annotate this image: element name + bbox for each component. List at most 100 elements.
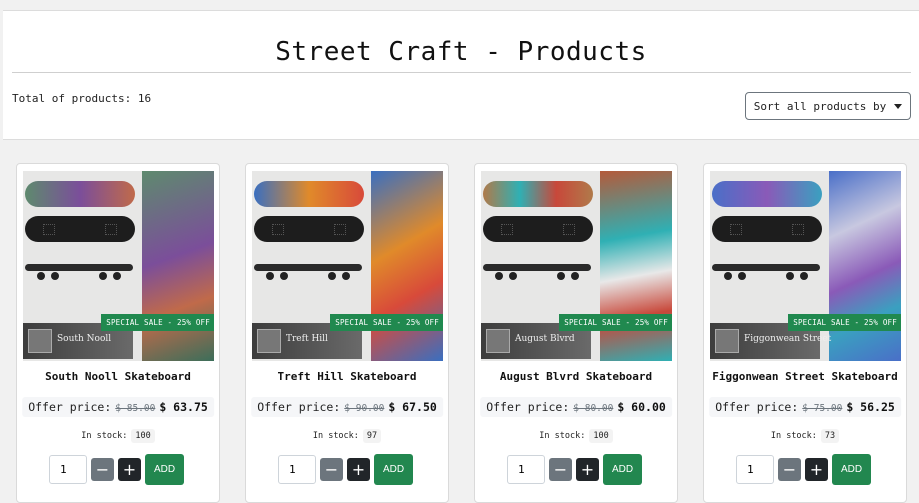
price-box: Offer price: $ 80.00 $ 60.00	[480, 397, 672, 417]
skateboard-top-deck	[254, 181, 364, 207]
price-box: Offer price: $ 85.00 $ 63.75	[22, 397, 214, 417]
sort-dropdown-button[interactable]: Sort all products by	[745, 92, 911, 120]
decrement-button[interactable]: −	[91, 458, 114, 481]
price-box: Offer price: $ 90.00 $ 67.50	[251, 397, 443, 417]
product-card: August Blvrd SPECIAL SALE - 25% OFF Augu…	[474, 163, 678, 503]
stock-info: In stock: 73	[704, 429, 906, 443]
total-products-label: Total of products: 16	[12, 92, 152, 105]
add-to-cart-button[interactable]: ADD	[374, 454, 413, 485]
quantity-controls: − + ADD	[736, 454, 871, 485]
stock-value: 97	[362, 429, 382, 443]
wheel-icon	[280, 272, 288, 280]
product-card: Figgonwean Street SPECIAL SALE - 25% OFF…	[703, 163, 907, 503]
wheel-icon	[328, 272, 336, 280]
quantity-controls: − + ADD	[278, 454, 413, 485]
skateboard-top-deck	[712, 181, 822, 207]
old-price: $ 85.00	[115, 403, 156, 414]
sale-badge: SPECIAL SALE - 25% OFF	[101, 314, 214, 331]
stock-label: In stock:	[770, 431, 817, 441]
decrement-button[interactable]: −	[549, 458, 572, 481]
stock-label: In stock:	[81, 431, 128, 441]
graffiti-wall	[600, 171, 672, 361]
product-image[interactable]: Figgonwean Street SPECIAL SALE - 25% OFF	[710, 171, 901, 361]
increment-button[interactable]: +	[347, 458, 370, 481]
quantity-input[interactable]	[736, 455, 774, 484]
quantity-controls: − + ADD	[49, 454, 184, 485]
badge-street-name: South Nooll	[57, 334, 112, 344]
product-image[interactable]: August Blvrd SPECIAL SALE - 25% OFF	[481, 171, 672, 361]
brand-logo-icon	[28, 329, 52, 353]
skateboard-side	[712, 264, 820, 271]
quantity-input[interactable]	[507, 455, 545, 484]
stock-label: In stock:	[312, 431, 359, 441]
new-price: $ 56.25	[846, 400, 895, 414]
product-name: Figgonwean Street Skateboard	[712, 370, 898, 383]
wheel-icon	[738, 272, 746, 280]
graffiti-wall	[371, 171, 443, 361]
product-image[interactable]: Treft Hill SPECIAL SALE - 25% OFF	[252, 171, 443, 361]
old-price: $ 90.00	[344, 403, 385, 414]
stock-info: In stock: 100	[17, 429, 219, 443]
decrement-button[interactable]: −	[778, 458, 801, 481]
offer-price-label: Offer price:	[257, 400, 341, 414]
product-name: August Blvrd Skateboard	[499, 370, 653, 383]
add-to-cart-button[interactable]: ADD	[603, 454, 642, 485]
add-to-cart-button[interactable]: ADD	[145, 454, 184, 485]
stock-value: 100	[589, 429, 613, 443]
increment-button[interactable]: +	[576, 458, 599, 481]
wheel-icon	[509, 272, 517, 280]
stock-value: 100	[131, 429, 155, 443]
offer-price-label: Offer price:	[715, 400, 799, 414]
offer-price-label: Offer price:	[28, 400, 112, 414]
skateboard-top-deck	[483, 181, 593, 207]
wheel-icon	[495, 272, 503, 280]
stock-info: In stock: 97	[246, 429, 448, 443]
increment-button[interactable]: +	[118, 458, 141, 481]
wheel-icon	[266, 272, 274, 280]
product-name: Treft Hill Skateboard	[277, 370, 417, 383]
stock-label: In stock:	[539, 431, 586, 441]
add-to-cart-button[interactable]: ADD	[832, 454, 871, 485]
skateboard-side	[25, 264, 133, 271]
offer-price-label: Offer price:	[486, 400, 570, 414]
sale-badge: SPECIAL SALE - 25% OFF	[559, 314, 672, 331]
decrement-button[interactable]: −	[320, 458, 343, 481]
wheel-icon	[557, 272, 565, 280]
quantity-controls: − + ADD	[507, 454, 642, 485]
skateboard-grip-deck	[254, 216, 364, 242]
skateboard-grip-deck	[712, 216, 822, 242]
quantity-input[interactable]	[278, 455, 316, 484]
wheel-icon	[800, 272, 808, 280]
wheel-icon	[99, 272, 107, 280]
old-price: $ 75.00	[802, 403, 843, 414]
wheel-icon	[51, 272, 59, 280]
sale-badge: SPECIAL SALE - 25% OFF	[330, 314, 443, 331]
new-price: $ 67.50	[388, 400, 437, 414]
quantity-input[interactable]	[49, 455, 87, 484]
brand-logo-icon	[257, 329, 281, 353]
skateboard-side	[254, 264, 362, 271]
new-price: $ 63.75	[159, 400, 208, 414]
badge-street-name: Figgonwean Street	[744, 334, 832, 344]
new-price: $ 60.00	[617, 400, 666, 414]
wheel-icon	[342, 272, 350, 280]
brand-logo-icon	[486, 329, 510, 353]
price-box: Offer price: $ 75.00 $ 56.25	[709, 397, 901, 417]
skateboard-side	[483, 264, 591, 271]
wheel-icon	[113, 272, 121, 280]
product-image[interactable]: South Nooll SPECIAL SALE - 25% OFF	[23, 171, 214, 361]
skateboard-grip-deck	[483, 216, 593, 242]
graffiti-wall	[142, 171, 214, 361]
sale-badge: SPECIAL SALE - 25% OFF	[788, 314, 901, 331]
badge-street-name: August Blvrd	[515, 334, 575, 344]
increment-button[interactable]: +	[805, 458, 828, 481]
product-name: South Nooll Skateboard	[45, 370, 191, 383]
badge-street-name: Treft Hill	[286, 334, 328, 344]
sort-label: Sort all products by	[753, 99, 887, 113]
stock-value: 73	[820, 429, 840, 443]
caret-down-icon	[894, 103, 903, 109]
old-price: $ 80.00	[573, 403, 614, 414]
skateboard-top-deck	[25, 181, 135, 207]
header-divider	[12, 72, 911, 73]
stock-info: In stock: 100	[475, 429, 677, 443]
